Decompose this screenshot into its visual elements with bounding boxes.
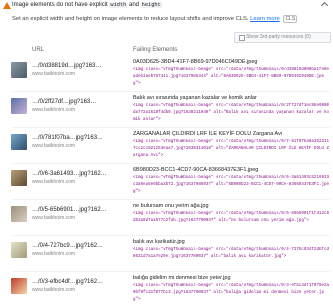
table-row[interactable]: …/0/781f07ba…jpg?163… www.batkhoim.com Z… [0,128,333,164]
column-header-url: URL [32,47,45,53]
url-path[interactable]: …/0/d38819d…jpg?163… [32,62,101,70]
failing-element-name: balık avı karikatür.jpg [133,239,185,245]
failing-element-name: 0A03D625-3BD4-41F7-8B69-97D046C049DE.jpe… [133,59,258,65]
url-path[interactable]: …/0/2ff27df…jpg?163… [32,98,96,106]
thumbnail-image [11,242,27,258]
url-path[interactable]: …/0/3-efbc4df…jpg?162… [32,278,103,286]
url-path[interactable]: …/0/781f07ba…jpg?163… [32,134,103,142]
url-path[interactable]: …/0/6-3a61493…jpg?162… [32,170,107,178]
thumbnail-image [11,134,27,150]
table-row[interactable]: …/0/3-efbc4df…jpg?162… www.batkhoim.com … [0,272,333,308]
chevron-up-icon[interactable] [320,1,329,10]
table-row[interactable]: …/0/2ff27df…jpg?163… www.batkhoim.com Ba… [0,92,333,128]
url-host: www.batkhoim.com [32,107,76,113]
failing-element-snippet[interactable]: <img class="vfmgThumbnail-beage" src="/d… [133,103,329,124]
failing-element-snippet[interactable]: <img class="vfmgThumbnail-beage" src="/d… [133,247,329,268]
url-host: www.batkhoim.com [32,71,76,77]
table-row[interactable]: …/0/4-727bc9…jpg?162… www.batkhoim.com b… [0,236,333,272]
failing-element-snippet[interactable]: <img class="vfmgThumbnail-beage" src="/d… [133,283,329,304]
code-height: height [140,2,162,8]
third-party-toggle[interactable]: Show 3rd-party resources (0) [234,32,331,43]
audit-title: Image elements do not have explicit widt… [12,2,162,8]
third-party-label: Show 3rd-party resources (0) [246,34,311,40]
thumbnail-image [11,170,27,186]
column-header-failing-elements: Failing Elements [133,47,178,53]
audit-description: Set an explicit width and height on imag… [12,15,298,23]
warning-icon [3,2,11,9]
checkbox[interactable] [239,35,245,41]
failing-element-name: Balık avı sırasında yaşanan kazalar ve k… [133,95,257,101]
thumbnail-image [11,62,27,78]
failing-element-name: balığa gidelim mi denmesi bize yeter.jpg [133,275,231,281]
failing-element-snippet[interactable]: <img class="vfmgThumbnail-beage" src="/d… [133,67,329,88]
thumbnail-image [11,278,27,294]
url-host: www.batkhoim.com [32,215,76,221]
table-row[interactable]: …/0/6-3a61493…jpg?162… www.batkhoim.com … [0,164,333,200]
table-row[interactable]: …/0/d38819d…jpg?163… www.batkhoim.com 0A… [0,56,333,92]
url-host: www.batkhoim.com [32,287,76,293]
url-host: www.batkhoim.com [32,251,76,257]
failing-element-name: ne bulursam onu yerim ağa.jpg [133,203,209,209]
failing-element-snippet[interactable]: <img class="vfmgThumbnail-beage" src="/d… [133,175,329,196]
cls-badge: CLS [283,15,298,23]
audit-header[interactable]: Image elements do not have explicit widt… [0,0,333,13]
failing-element-snippet[interactable]: <img class="vfmgThumbnail-beage" src="/d… [133,211,329,232]
thumbnail-image [11,206,27,222]
code-width: width [109,2,128,8]
failing-element-name: ZARGANALAR ÇILDIRDI LRF İLE KEYİF DOLU Z… [133,131,283,137]
thumbnail-image [11,98,27,114]
failing-element-name: 6B980D23-BCC1-4CD7-90CA-83668437E3F1.jpe… [133,167,259,173]
url-path[interactable]: …/0/4-727bc9…jpg?162… [32,242,103,250]
url-path[interactable]: …/0/5-65b6901…jpg?162… [32,206,107,214]
learn-more-link[interactable]: Learn more [250,16,280,22]
url-host: www.batkhoim.com [32,179,76,185]
failing-element-snippet[interactable]: <img class="vfmgThumbnail-beage" src="/d… [133,139,329,160]
url-host: www.batkhoim.com [32,143,76,149]
table-row[interactable]: …/0/5-65b6901…jpg?162… www.batkhoim.com … [0,200,333,236]
